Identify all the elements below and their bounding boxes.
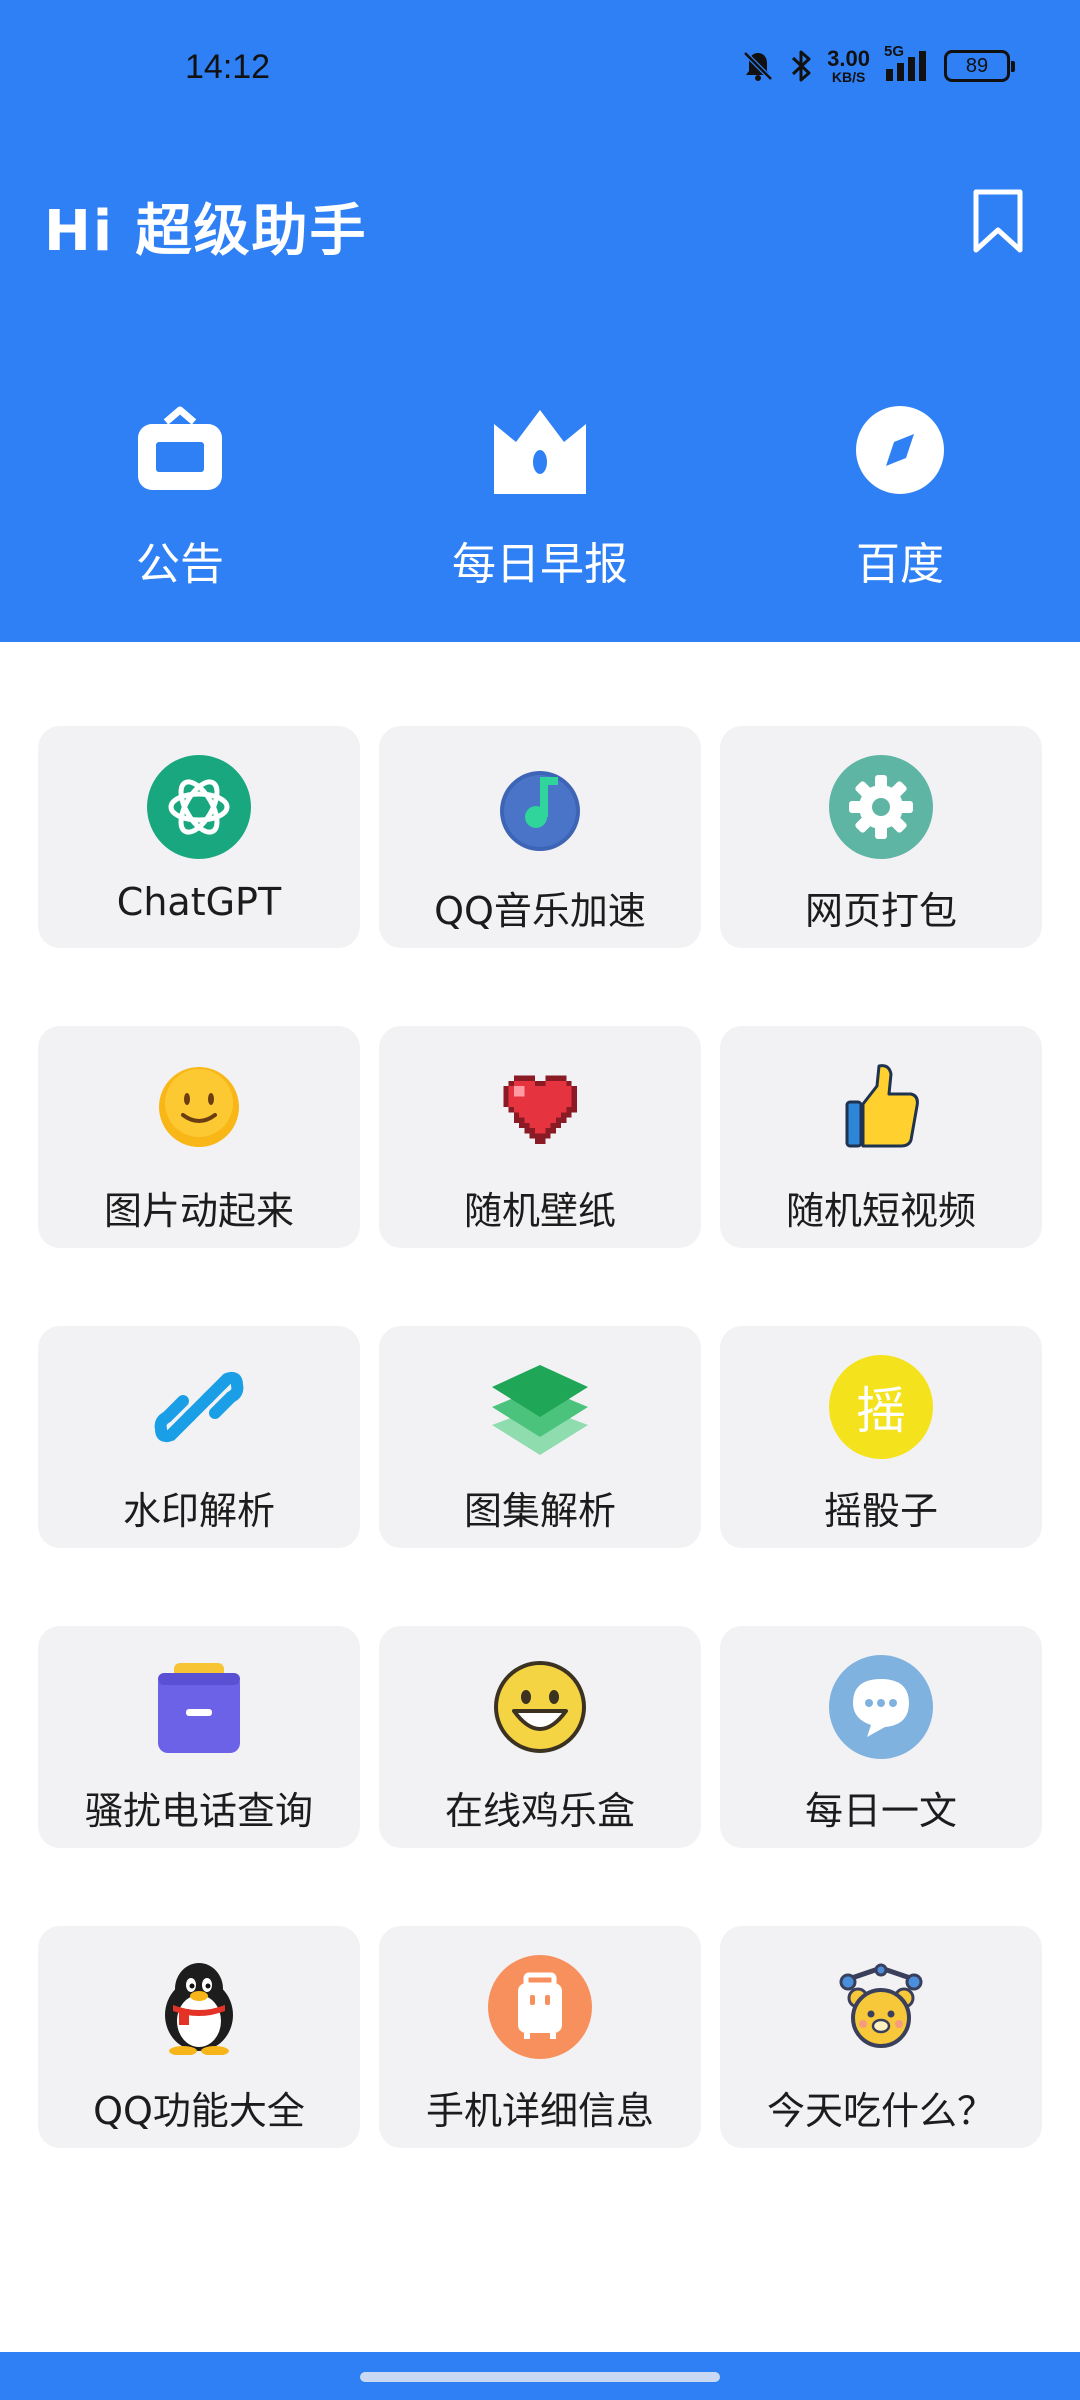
bottom-bar bbox=[0, 2352, 1080, 2400]
status-bar: 14:12 3.00 KB/S 5G 89 bbox=[0, 0, 1080, 140]
app-header: 14:12 3.00 KB/S 5G 89 Hi 超级助手 公告 每日早报 百度 bbox=[0, 0, 1080, 642]
quick-action-baidu[interactable]: 百度 bbox=[770, 400, 1030, 600]
tool-label: 水印解析 bbox=[122, 1489, 275, 1533]
net-speed-unit: KB/S bbox=[831, 69, 866, 85]
tool-label: 图片动起来 bbox=[103, 1189, 294, 1233]
tool-label: 每日一文 bbox=[804, 1789, 957, 1833]
shake-badge-icon: 摇 bbox=[826, 1352, 936, 1462]
network-speed: 3.00 KB/S bbox=[827, 46, 870, 85]
chat-bubble-icon bbox=[826, 1652, 936, 1762]
tool-card-qq-music[interactable]: QQ音乐加速 bbox=[379, 726, 701, 948]
compass-icon bbox=[850, 400, 950, 500]
layers-icon bbox=[485, 1352, 595, 1462]
tool-card-chicken-music-box[interactable]: 在线鸡乐盒 bbox=[379, 1626, 701, 1848]
quick-actions: 公告 每日早报 百度 bbox=[0, 400, 1080, 600]
smiley-icon bbox=[144, 1052, 254, 1162]
tool-card-random-wallpaper[interactable]: 随机壁纸 bbox=[379, 1026, 701, 1248]
tool-label: QQ音乐加速 bbox=[434, 889, 646, 933]
network-type: 5G bbox=[884, 43, 905, 60]
quick-action-label: 公告 bbox=[136, 539, 224, 590]
thumbs-up-icon bbox=[826, 1052, 936, 1162]
battery-level: 89 bbox=[965, 54, 989, 77]
app-title: Hi 超级助手 bbox=[44, 199, 368, 264]
openai-icon bbox=[144, 752, 254, 862]
grin-face-icon bbox=[485, 1652, 595, 1762]
tool-card-watermark-parse[interactable]: 水印解析 bbox=[38, 1326, 360, 1548]
tool-label: 图集解析 bbox=[463, 1489, 616, 1533]
tool-label: 摇骰子 bbox=[823, 1489, 938, 1533]
bell-muted-icon bbox=[741, 49, 775, 83]
tool-label: 骚扰电话查询 bbox=[84, 1789, 313, 1833]
suitcase-icon bbox=[485, 1952, 595, 2062]
crown-icon bbox=[490, 400, 590, 500]
tool-card-animate-image[interactable]: 图片动起来 bbox=[38, 1026, 360, 1248]
quick-action-announcement[interactable]: 公告 bbox=[50, 400, 310, 600]
heart-icon bbox=[485, 1052, 595, 1162]
gear-icon bbox=[826, 752, 936, 862]
signal-icon: 5G bbox=[884, 43, 930, 83]
tool-card-what-to-eat[interactable]: 今天吃什么？ bbox=[720, 1926, 1042, 2148]
bookmark-icon[interactable] bbox=[970, 188, 1026, 256]
tool-label: 在线鸡乐盒 bbox=[444, 1789, 635, 1833]
status-time: 14:12 bbox=[185, 48, 271, 86]
music-note-icon bbox=[485, 752, 595, 862]
tool-card-random-short-video[interactable]: 随机短视频 bbox=[720, 1026, 1042, 1248]
quick-action-label: 百度 bbox=[856, 539, 944, 590]
link-icon bbox=[144, 1352, 254, 1462]
net-speed-value: 3.00 bbox=[827, 46, 870, 71]
battery-indicator: 89 bbox=[944, 50, 1015, 82]
quick-action-label: 每日早报 bbox=[452, 539, 628, 590]
tool-label: 手机详细信息 bbox=[425, 2089, 654, 2133]
tool-label: 今天吃什么？ bbox=[766, 2089, 995, 2133]
status-icons: 3.00 KB/S 5G 89 bbox=[741, 42, 1015, 90]
tool-card-phone-info[interactable]: 手机详细信息 bbox=[379, 1926, 701, 2148]
bear-icon bbox=[826, 1952, 936, 2062]
tool-card-daily-article[interactable]: 每日一文 bbox=[720, 1626, 1042, 1848]
tool-card-dice[interactable]: 摇 摇骰子 bbox=[720, 1326, 1042, 1548]
folder-icon bbox=[144, 1652, 254, 1762]
tool-card-gallery-parse[interactable]: 图集解析 bbox=[379, 1326, 701, 1548]
announcement-icon bbox=[130, 400, 230, 500]
tool-card-spam-call-lookup[interactable]: 骚扰电话查询 bbox=[38, 1626, 360, 1848]
tool-label: 网页打包 bbox=[804, 889, 957, 933]
home-indicator[interactable] bbox=[360, 2372, 720, 2382]
penguin-icon bbox=[144, 1952, 254, 2062]
tool-card-web-package[interactable]: 网页打包 bbox=[720, 726, 1042, 948]
tool-label: 随机短视频 bbox=[785, 1189, 976, 1233]
bluetooth-icon bbox=[789, 49, 813, 83]
tool-card-qq-features[interactable]: QQ功能大全 bbox=[38, 1926, 360, 2148]
quick-action-daily-news[interactable]: 每日早报 bbox=[410, 400, 670, 600]
tool-card-chatgpt[interactable]: ChatGPT bbox=[38, 726, 360, 948]
shake-badge-text: 摇 bbox=[856, 1382, 906, 1440]
tool-label: QQ功能大全 bbox=[93, 2089, 305, 2133]
tool-label: ChatGPT bbox=[116, 880, 282, 924]
tool-label: 随机壁纸 bbox=[463, 1189, 616, 1233]
